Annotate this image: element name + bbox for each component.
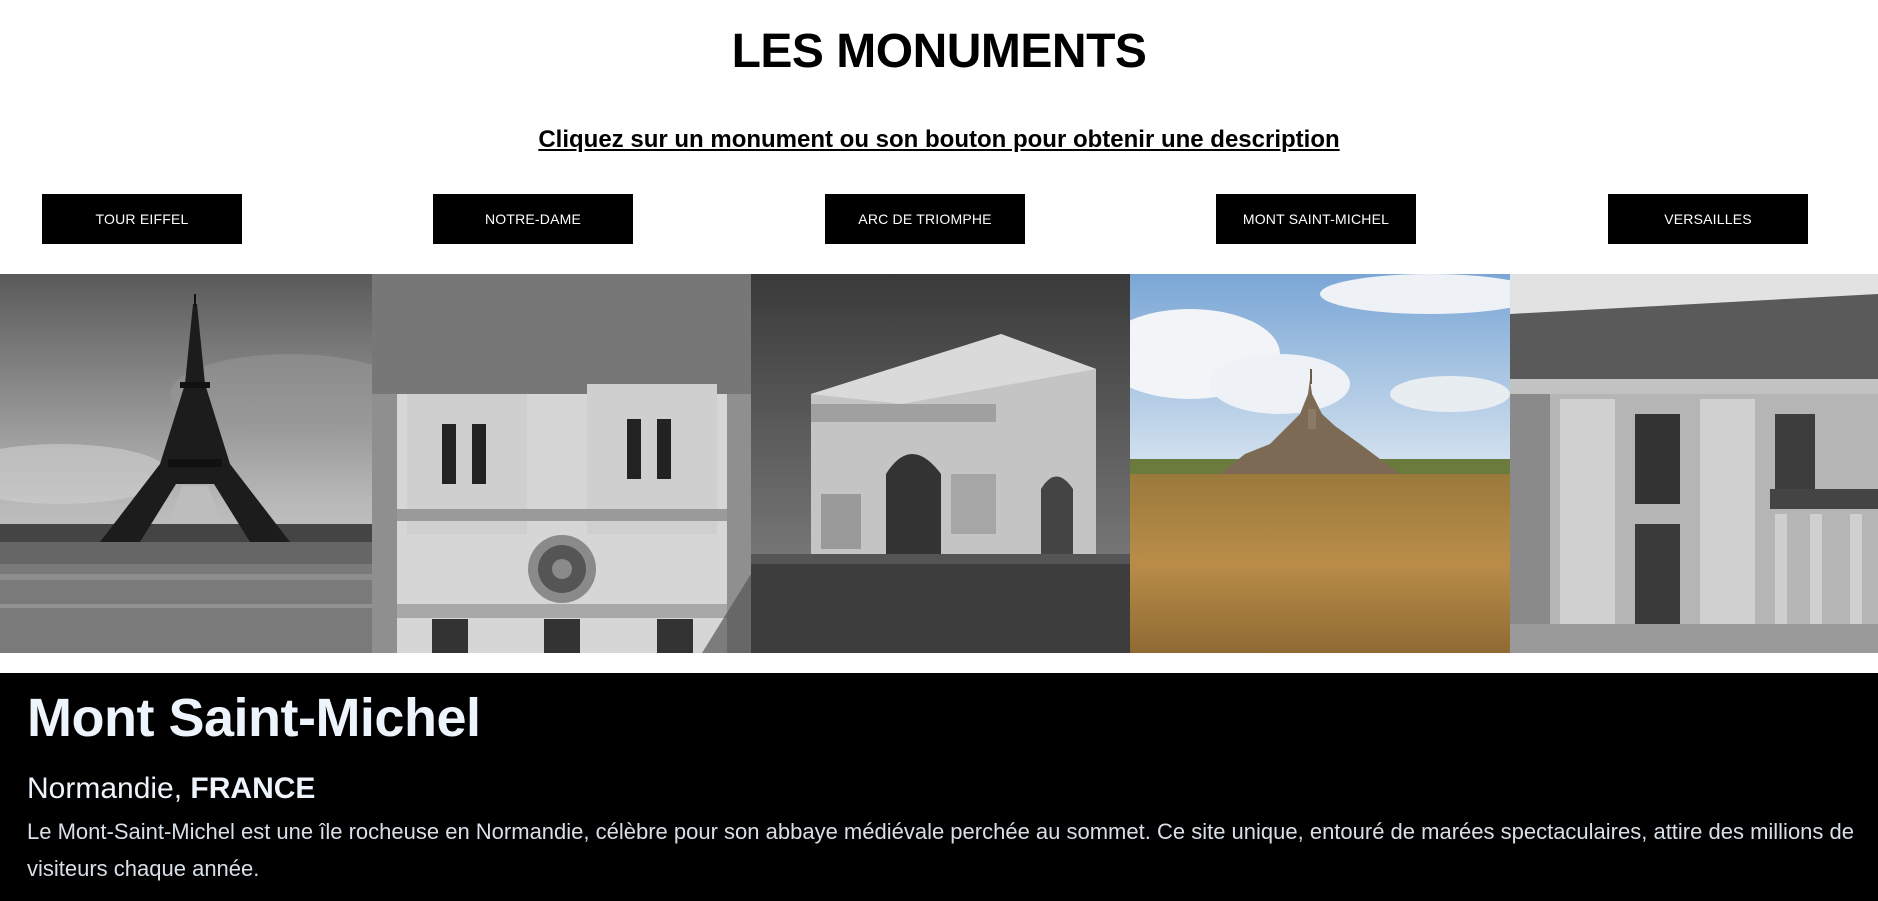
arc-de-triomphe-photo[interactable] — [751, 274, 1130, 653]
page-title: LES MONUMENTS — [731, 25, 1147, 78]
monument-country: FRANCE — [190, 772, 316, 805]
versailles-button[interactable]: VERSAILLES — [1608, 194, 1808, 244]
monument-region: Normandie, — [27, 772, 183, 805]
instructions-subtitle: Cliquez sur un monument ou son bouton po… — [538, 126, 1340, 153]
description-panel: Mont Saint-Michel Normandie, FRANCE Le M… — [0, 673, 1878, 901]
tour-eiffel-button[interactable]: TOUR EIFFEL — [42, 194, 242, 244]
monument-title: Mont Saint-Michel — [27, 688, 481, 748]
monument-description: Le Mont-Saint-Michel est une île rocheus… — [27, 819, 1854, 881]
mont-saint-michel-button[interactable]: MONT SAINT-MICHEL — [1216, 194, 1416, 244]
notre-dame-photo[interactable] — [372, 274, 751, 653]
monument-location: Normandie, FRANCE — [27, 769, 315, 809]
mont-saint-michel-photo[interactable] — [1130, 274, 1510, 653]
monument-gallery — [0, 274, 1878, 653]
versailles-photo[interactable] — [1510, 274, 1878, 653]
arc-de-triomphe-button[interactable]: ARC DE TRIOMPHE — [825, 194, 1025, 244]
eiffel-tower-photo[interactable] — [0, 274, 372, 653]
notre-dame-button[interactable]: NOTRE-DAME — [433, 194, 633, 244]
